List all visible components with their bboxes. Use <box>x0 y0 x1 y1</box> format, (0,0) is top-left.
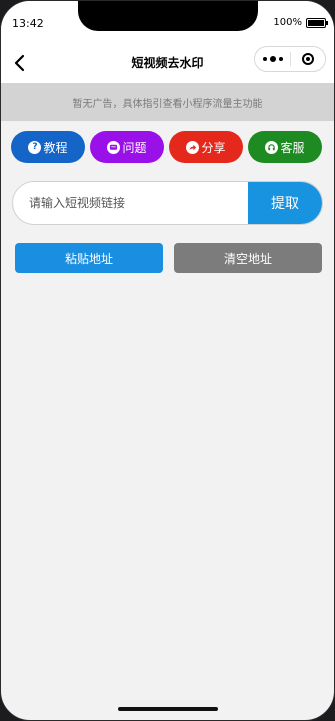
extract-label: 提取 <box>271 196 299 212</box>
clear-address-button[interactable]: 清空地址 <box>174 243 322 273</box>
faq-label: 问题 <box>122 140 147 155</box>
share-arrow-icon <box>186 140 200 154</box>
battery-percent: 100% <box>273 17 302 28</box>
share-label: 分享 <box>201 140 226 155</box>
status-bar: 13:42 100% <box>1 1 334 45</box>
question-icon: ? <box>28 140 42 154</box>
device-notch <box>78 1 258 31</box>
chat-icon <box>107 140 121 154</box>
tutorial-label: 教程 <box>43 140 68 155</box>
share-button[interactable]: 分享 <box>169 131 243 163</box>
ad-notice-text: 暂无广告，具体指引查看小程序流量主功能 <box>72 98 263 110</box>
phone-screen: 13:42 100% 短视频去水印 暂无广告，具体指引查看小程序流量主功能 ? … <box>0 0 335 721</box>
close-miniprogram-button[interactable] <box>291 47 325 71</box>
customer-service-button[interactable]: 客服 <box>248 131 322 163</box>
paste-address-label: 粘贴地址 <box>64 251 113 266</box>
status-time: 13:42 <box>12 17 44 30</box>
battery-status: 100% <box>273 17 328 28</box>
video-link-input[interactable] <box>13 182 248 224</box>
quick-actions: ? 教程 问题 分享 客服 <box>11 131 322 163</box>
navigation-bar: 短视频去水印 <box>1 45 334 83</box>
faq-button[interactable]: 问题 <box>90 131 164 163</box>
more-menu-button[interactable] <box>255 47 290 71</box>
service-icon <box>265 140 279 154</box>
tutorial-button[interactable]: ? 教程 <box>11 131 85 163</box>
miniprogram-capsule <box>254 46 326 72</box>
home-indicator[interactable] <box>118 707 218 711</box>
clear-address-label: 清空地址 <box>223 251 272 266</box>
paste-address-button[interactable]: 粘贴地址 <box>15 243 163 273</box>
more-dots-icon-right <box>278 57 283 61</box>
link-input-group: 提取 <box>12 181 323 225</box>
link-actions: 粘贴地址 清空地址 <box>15 243 322 273</box>
battery-icon <box>306 17 328 28</box>
more-dots-icon <box>262 57 267 61</box>
target-close-icon <box>301 53 314 65</box>
extract-button[interactable]: 提取 <box>248 182 322 224</box>
customer-service-label: 客服 <box>280 140 305 155</box>
more-dots-icon-center <box>269 56 276 62</box>
ad-notice-banner: 暂无广告，具体指引查看小程序流量主功能 <box>1 83 334 121</box>
